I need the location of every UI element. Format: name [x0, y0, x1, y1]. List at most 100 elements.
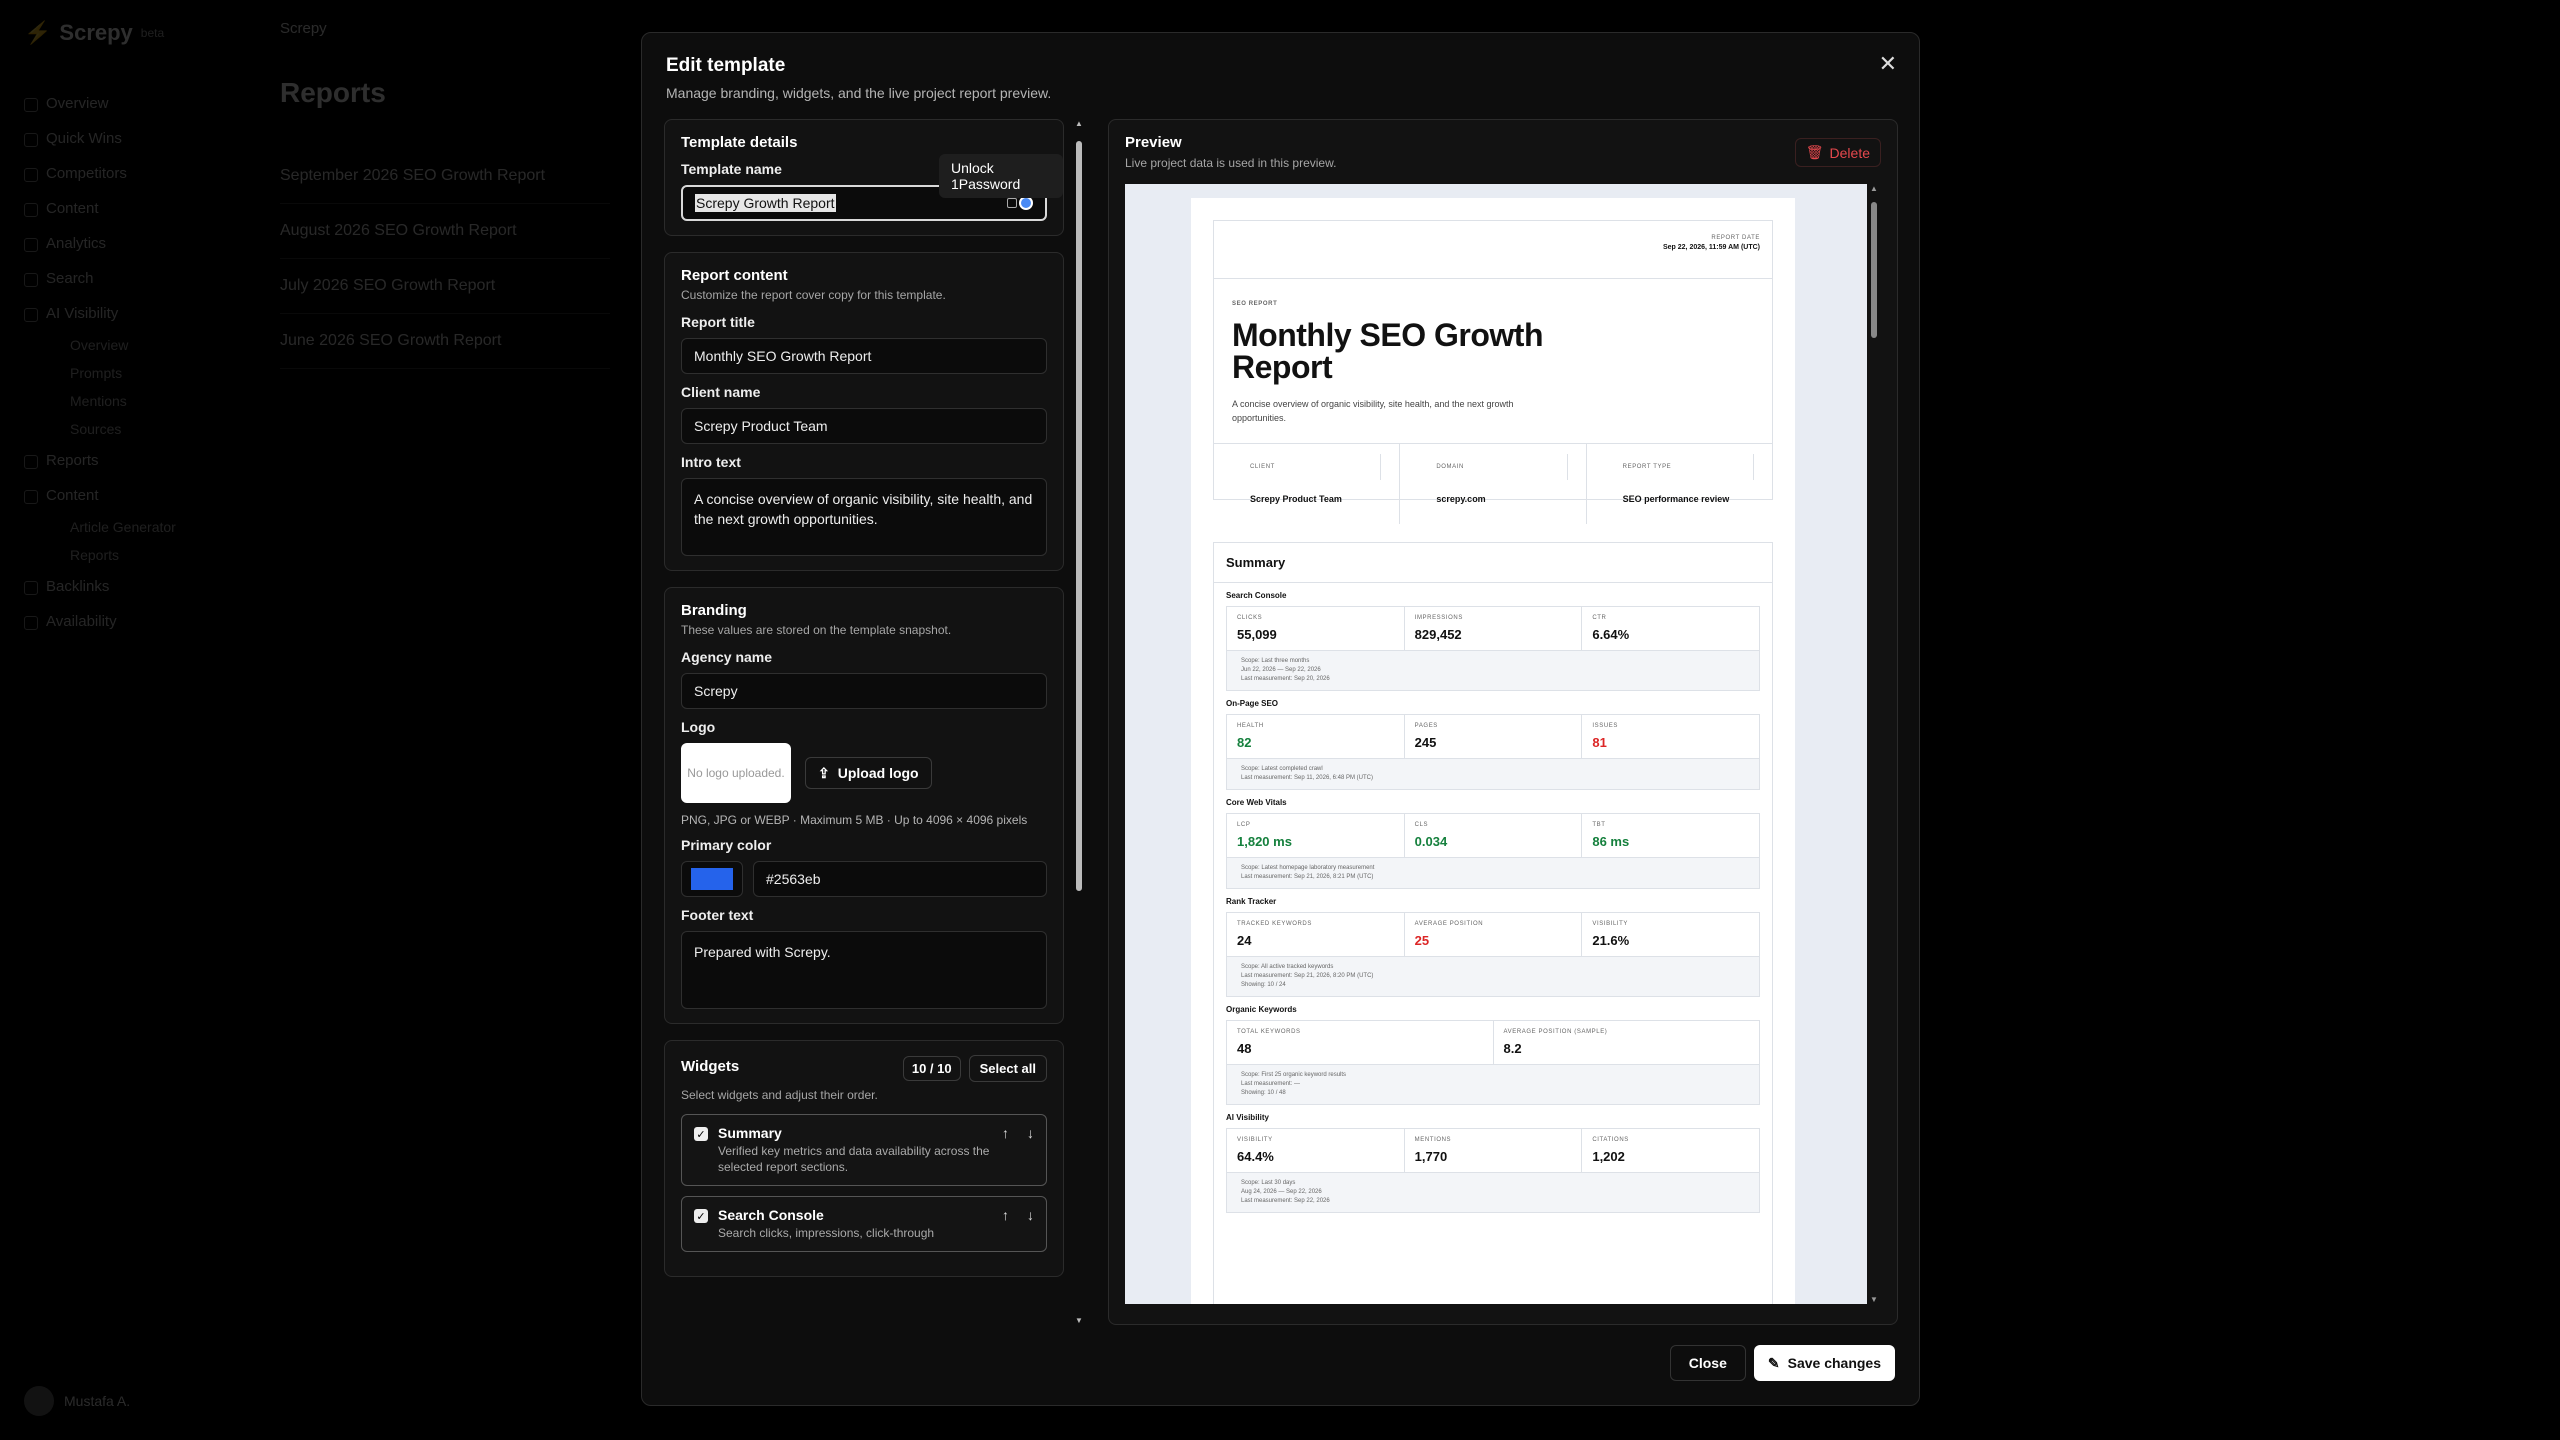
metric-value: 8.2 — [1503, 1041, 1522, 1056]
delete-button[interactable]: 🗑 Delete — [1794, 138, 1881, 167]
metric-value: 1,820 ms — [1237, 834, 1292, 849]
metric-grid: CLICKS 55,099 IMPRESSIONS 829,452 CTR 6.64% — [1226, 606, 1760, 651]
meta-label: REPORT TYPE — [1605, 454, 1754, 480]
select-all-button[interactable]: Select all — [968, 1055, 1047, 1082]
sidebar-subitem[interactable]: Mentions — [24, 387, 226, 415]
metric-value: 86 ms — [1592, 834, 1630, 849]
metric-label: TBT — [1592, 822, 1606, 828]
client-name-input[interactable]: Screpy Product Team — [681, 408, 1047, 444]
widget-item[interactable]: ✓ Search Console Search clicks, impressio… — [681, 1196, 1047, 1252]
sidebar-subitem[interactable]: Sources — [24, 415, 226, 443]
arrow-up-icon[interactable]: ↑ — [1002, 1207, 1009, 1241]
field-label: Agency name — [681, 649, 773, 665]
scope-line: Last measurement: Sep 22, 2026 — [1241, 1198, 1330, 1204]
brand-badge: beta — [140, 26, 165, 40]
scroll-up-icon[interactable]: ▲ — [1075, 119, 1083, 128]
sidebar-item[interactable]: Analytics — [24, 226, 226, 261]
scope-note: Scope: Latest homepage laboratory measur… — [1226, 858, 1760, 889]
field-label: Client name — [681, 384, 761, 400]
metric-value: 21.6% — [1592, 933, 1630, 948]
sidebar-item[interactable]: Content — [24, 478, 226, 513]
upload-logo-button[interactable]: ⇪ Upload logo — [805, 757, 932, 789]
sidebar-subitem[interactable]: Overview — [24, 331, 226, 359]
report-title-input[interactable]: Monthly SEO Growth Report — [681, 338, 1047, 374]
meta-value: screpy.com — [1436, 494, 1486, 504]
scope-line: Scope: First 25 organic keyword results — [1241, 1072, 1347, 1078]
report-title-line: Report — [1232, 349, 1333, 385]
sidebar-item[interactable]: Availability — [24, 604, 226, 639]
table-row[interactable]: August 2026 SEO Growth Report — [280, 204, 610, 259]
settings-scrollbar[interactable]: ▲ ▼ — [1074, 119, 1084, 1325]
metric-value: 6.64% — [1592, 627, 1630, 642]
scroll-up-icon[interactable]: ▲ — [1870, 184, 1878, 193]
scrollbar-thumb[interactable] — [1076, 141, 1082, 891]
scope-line: Last measurement: — — [1241, 1081, 1301, 1087]
metric-label: CLICKS — [1237, 615, 1263, 621]
table-row[interactable]: July 2026 SEO Growth Report — [280, 259, 610, 314]
dialog-subtitle: Manage branding, widgets, and the live p… — [666, 85, 1052, 101]
selected-text: Screpy Growth Report — [695, 194, 836, 212]
scroll-down-icon[interactable]: ▼ — [1870, 1295, 1878, 1304]
metric-label: AVERAGE POSITION (SAMPLE) — [1503, 1029, 1608, 1035]
sidebar-item[interactable]: Quick Wins — [24, 121, 226, 156]
brand-logo: ⚡ Screpy beta — [24, 20, 226, 46]
arrow-down-icon[interactable]: ↓ — [1027, 1207, 1034, 1241]
widget-item[interactable]: ✓ Summary Verified key metrics and data a… — [681, 1114, 1047, 1186]
report-page: REPORT DATE Sep 22, 2026, 11:59 AM (UTC)… — [1191, 198, 1795, 1304]
scope-line: Scope: All active tracked keywords — [1241, 964, 1334, 970]
metric-value: 245 — [1414, 735, 1437, 750]
table-row[interactable]: June 2026 SEO Growth Report — [280, 314, 610, 369]
widget-description: Verified key metrics and data availabili… — [718, 1144, 990, 1174]
metric-label: ISSUES — [1592, 723, 1618, 729]
widget-count-badge: 10 / 10 — [902, 1056, 961, 1081]
user-menu[interactable]: Mustafa A. — [24, 1386, 130, 1416]
metric-label: LCP — [1237, 822, 1251, 828]
checkbox-checked-icon[interactable]: ✓ — [694, 1209, 708, 1223]
scope-line: Scope: Last 30 days — [1241, 1180, 1296, 1186]
card-title: Branding — [681, 602, 747, 619]
close-icon[interactable]: ✕ — [1879, 53, 1897, 75]
report-content-card: Report content Customize the report cove… — [664, 252, 1064, 571]
footer-text-textarea[interactable]: Prepared with Screpy. — [681, 931, 1047, 1009]
field-label: Report title — [681, 314, 755, 330]
metric-value: 81 — [1592, 735, 1607, 750]
sidebar-item[interactable]: Reports — [24, 443, 226, 478]
scope-line: Showing: 10 / 24 — [1241, 982, 1286, 988]
sidebar-subitem[interactable]: Reports — [24, 541, 226, 569]
sidebar-item[interactable]: Overview — [24, 86, 226, 121]
arrow-down-icon[interactable]: ↓ — [1027, 1125, 1034, 1175]
report-date-label: REPORT DATE — [1711, 235, 1760, 241]
sidebar-item[interactable]: Search — [24, 261, 226, 296]
metric-value: 82 — [1237, 735, 1252, 750]
scroll-down-icon[interactable]: ▼ — [1075, 1316, 1083, 1325]
sidebar-item[interactable]: Content — [24, 191, 226, 226]
scope-note: Scope: All active tracked keywords Last m… — [1226, 957, 1760, 997]
scope-line: Scope: Latest homepage laboratory measur… — [1241, 865, 1375, 871]
save-changes-button[interactable]: ✎ Save changes — [1753, 1345, 1895, 1381]
color-swatch[interactable] — [681, 861, 743, 897]
report-hero: REPORT DATE Sep 22, 2026, 11:59 AM (UTC)… — [1213, 220, 1773, 524]
intro-text-textarea[interactable]: A concise overview of organic visibility… — [681, 478, 1047, 556]
checkbox-checked-icon[interactable]: ✓ — [694, 1127, 708, 1141]
settings-panel[interactable]: Template details Template name Screpy Gr… — [664, 119, 1074, 1325]
sidebar-item[interactable]: AI Visibility — [24, 296, 226, 331]
primary-color-input[interactable]: #2563eb — [753, 861, 1047, 897]
sidebar-item[interactable]: Competitors — [24, 156, 226, 191]
widgets-card: Widgets 10 / 10 Select all Select widget… — [664, 1040, 1064, 1277]
section-heading: On-Page SEO — [1226, 699, 1279, 708]
agency-name-input[interactable]: Screpy — [681, 673, 1047, 709]
report-preview-frame[interactable]: REPORT DATE Sep 22, 2026, 11:59 AM (UTC)… — [1125, 184, 1867, 1304]
scrollbar-thumb[interactable] — [1871, 202, 1877, 338]
close-button[interactable]: Close — [1669, 1345, 1746, 1381]
sidebar-subitem[interactable]: Article Generator — [24, 513, 226, 541]
trash-icon: 🗑 — [1805, 144, 1824, 160]
sidebar-item[interactable]: Backlinks — [24, 569, 226, 604]
metric-value: 25 — [1414, 933, 1430, 948]
preview-scrollbar[interactable]: ▲ ▼ — [1867, 184, 1881, 1304]
sidebar-subitem[interactable]: Prompts — [24, 359, 226, 387]
scope-note: Scope: Last three months Jun 22, 2026 — S… — [1226, 651, 1760, 691]
table-row[interactable]: September 2026 SEO Growth Report — [280, 149, 610, 204]
arrow-up-icon[interactable]: ↑ — [1002, 1125, 1009, 1175]
summary-title: Summary — [1214, 543, 1772, 583]
metric-label: VISIBILITY — [1237, 1137, 1273, 1143]
